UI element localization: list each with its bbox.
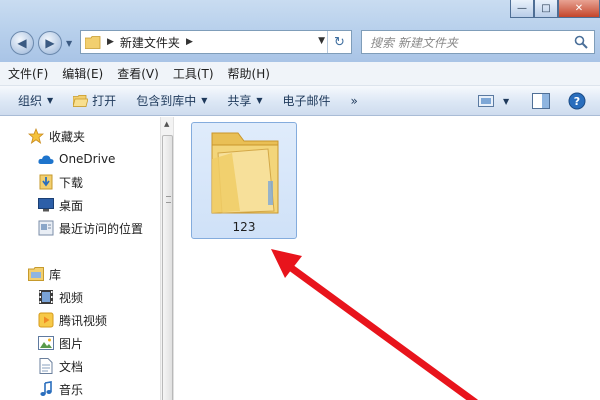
music-note-icon — [38, 381, 54, 397]
menu-file[interactable]: 文件(F) — [8, 65, 48, 82]
nav-item-label: 图片 — [59, 336, 84, 351]
menu-bar: 文件(F) 编辑(E) 查看(V) 工具(T) 帮助(H) — [0, 62, 600, 86]
refresh-button[interactable]: ↻ — [327, 31, 351, 53]
cloud-icon — [38, 151, 54, 167]
nav-item-label: 桌面 — [59, 198, 84, 213]
nav-item-videos[interactable]: 视频 — [38, 287, 83, 307]
document-icon — [38, 358, 54, 374]
tencent-video-icon — [38, 312, 54, 328]
address-bar[interactable]: ▶ 新建文件夹 ▶ ▼ ↻ — [80, 30, 352, 54]
help-button[interactable]: ? — [568, 91, 586, 111]
chevron-down-icon: ▼ — [503, 96, 510, 106]
nav-item-label: 腾讯视频 — [59, 313, 108, 328]
recent-places-icon — [38, 220, 54, 236]
menu-edit[interactable]: 编辑(E) — [62, 65, 103, 82]
chevron-down-icon: ▼ — [256, 96, 263, 105]
organize-label: 组织 — [18, 94, 43, 108]
nav-item-label: OneDrive — [59, 152, 116, 166]
nav-item-label: 库 — [49, 267, 62, 282]
forward-button[interactable]: ▶ — [38, 31, 62, 55]
title-bar: — □ ✕ ◀ ▶ ▼ ▶ 新建文件夹 ▶ ▼ ↻ 搜索 新建文件夹 — [0, 0, 600, 62]
include-in-library-label: 包含到库中 — [136, 94, 197, 108]
help-icon: ? — [568, 92, 586, 110]
menu-help[interactable]: 帮助(H) — [228, 65, 270, 82]
search-input[interactable]: 搜索 新建文件夹 — [361, 30, 595, 54]
minimize-button[interactable]: — — [510, 0, 534, 18]
preview-pane-icon — [532, 93, 550, 109]
share-label: 共享 — [227, 94, 252, 108]
nav-item-favorites[interactable]: 收藏夹 — [28, 126, 85, 146]
chevron-down-icon: ▼ — [201, 96, 208, 105]
annotation-arrow — [271, 249, 478, 400]
share-button[interactable]: 共享 ▼ — [227, 92, 262, 109]
maximize-button[interactable]: □ — [534, 0, 558, 18]
more-label: » — [350, 93, 358, 108]
menu-tools[interactable]: 工具(T) — [173, 65, 214, 82]
menu-view[interactable]: 查看(V) — [117, 65, 159, 82]
navigation-pane: 收藏夹 OneDrive 下载 桌面 最近访问的位置 库 视频 腾讯视频 图片 … — [0, 117, 160, 400]
more-commands-button[interactable]: » — [351, 94, 358, 108]
breadcrumb-separator-icon[interactable]: ▶ — [186, 37, 193, 47]
breadcrumb-separator-icon[interactable]: ▶ — [107, 37, 114, 47]
nav-item-label: 下载 — [59, 175, 84, 190]
nav-item-label: 文档 — [59, 359, 84, 374]
open-folder-icon — [73, 94, 89, 107]
chevron-down-icon: ▼ — [47, 96, 54, 105]
include-in-library-button[interactable]: 包含到库中 ▼ — [136, 92, 207, 109]
search-placeholder: 搜索 新建文件夹 — [370, 35, 458, 50]
open-button[interactable]: 打开 — [73, 92, 116, 109]
view-options-dropdown[interactable]: ▼ — [503, 91, 509, 111]
nav-item-desktop[interactable]: 桌面 — [38, 195, 83, 215]
star-icon — [28, 128, 44, 144]
nav-item-libraries[interactable]: 库 — [28, 264, 61, 284]
email-label: 电子邮件 — [282, 94, 331, 108]
nav-item-downloads[interactable]: 下载 — [38, 172, 83, 192]
grip-icon — [166, 196, 171, 203]
library-icon — [28, 266, 44, 282]
window-controls: — □ ✕ — [510, 0, 600, 18]
navigation-scrollbar[interactable]: ▲ — [160, 117, 174, 400]
scroll-up-icon[interactable]: ▲ — [164, 120, 169, 128]
address-history-dropdown-icon[interactable]: ▼ — [318, 36, 325, 46]
back-button[interactable]: ◀ — [10, 31, 34, 55]
close-button[interactable]: ✕ — [558, 0, 600, 18]
command-toolbar: 组织 ▼ 打开 包含到库中 ▼ 共享 ▼ 电子邮件 » ▼ ? — [0, 86, 600, 116]
file-list: 123 — [175, 117, 600, 400]
picture-icon — [38, 335, 54, 351]
recent-pages-dropdown-icon[interactable]: ▼ — [66, 39, 76, 49]
film-icon — [38, 289, 54, 305]
change-view-button[interactable] — [478, 91, 494, 111]
svg-text:?: ? — [574, 95, 580, 108]
nav-item-tencent-video[interactable]: 腾讯视频 — [38, 310, 107, 330]
back-arrow-icon: ◀ — [17, 36, 27, 50]
organize-button[interactable]: 组织 ▼ — [18, 92, 53, 109]
preview-pane-button[interactable] — [532, 91, 550, 111]
nav-item-label: 音乐 — [59, 382, 84, 397]
forward-arrow-icon: ▶ — [45, 36, 55, 50]
nav-item-recent-places[interactable]: 最近访问的位置 — [38, 218, 143, 238]
nav-item-documents[interactable]: 文档 — [38, 356, 83, 376]
email-button[interactable]: 电子邮件 — [283, 92, 331, 109]
folder-icon — [85, 35, 101, 49]
open-label: 打开 — [92, 94, 117, 108]
desktop-icon — [38, 197, 54, 213]
nav-item-label: 收藏夹 — [49, 129, 86, 144]
scrollbar-thumb[interactable] — [162, 135, 173, 400]
nav-item-label: 视频 — [59, 290, 84, 305]
nav-item-onedrive[interactable]: OneDrive — [38, 149, 115, 169]
nav-item-label: 最近访问的位置 — [59, 221, 144, 236]
breadcrumb-current-folder[interactable]: 新建文件夹 — [120, 34, 180, 51]
nav-item-music[interactable]: 音乐 — [38, 379, 83, 399]
refresh-icon: ↻ — [334, 34, 345, 50]
downloads-folder-icon — [38, 174, 54, 190]
search-icon[interactable] — [574, 35, 588, 49]
nav-item-pictures[interactable]: 图片 — [38, 333, 83, 353]
view-icon — [478, 95, 494, 107]
